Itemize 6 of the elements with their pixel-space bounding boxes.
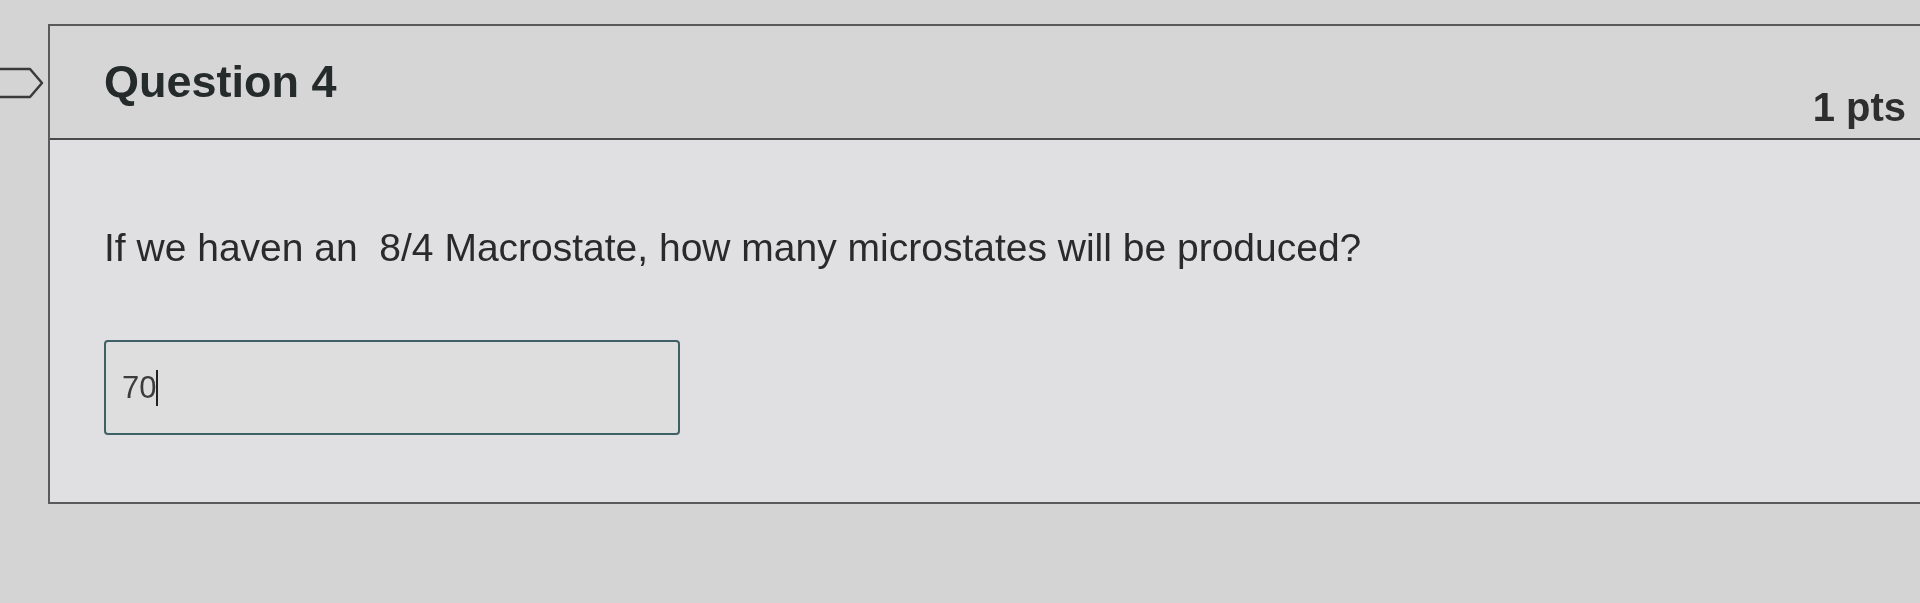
answer-field[interactable]: 70 — [104, 340, 680, 435]
question-text: If we haven an 8/4 Macrostate, how many microstates will be produced? — [104, 225, 1362, 271]
answer-value: 70 — [122, 369, 157, 406]
question-title: Question 4 — [104, 56, 337, 108]
flag-icon[interactable] — [0, 67, 44, 99]
question-points: 1 pts — [1812, 84, 1906, 130]
